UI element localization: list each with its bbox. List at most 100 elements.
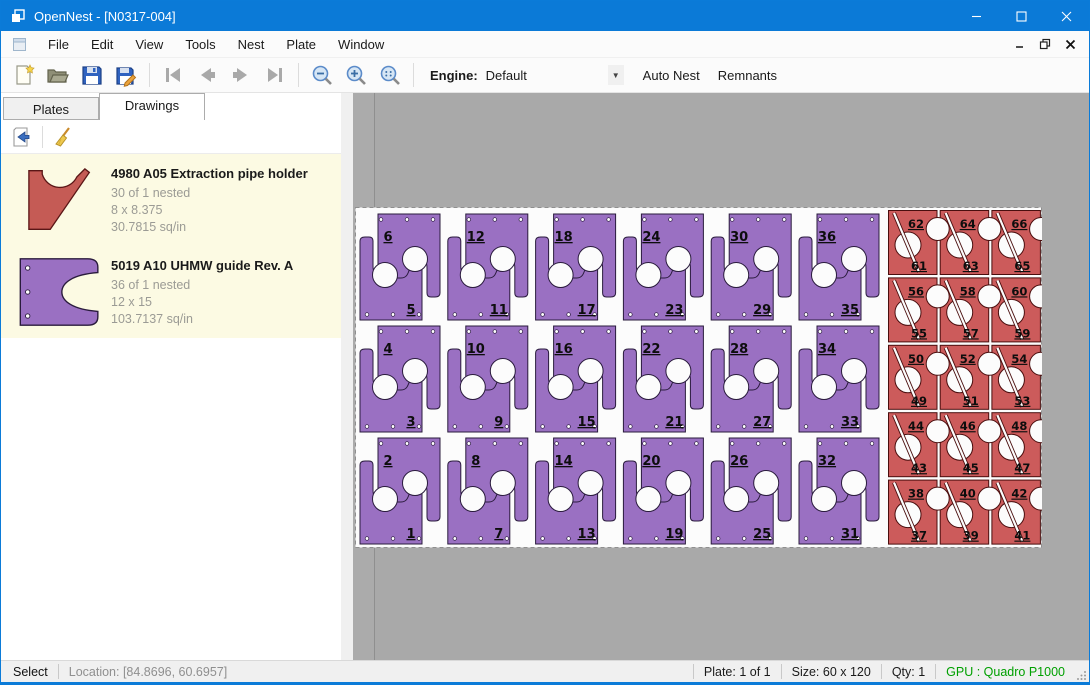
svg-text:15: 15 — [578, 415, 596, 430]
svg-text:11: 11 — [490, 303, 508, 318]
tab-plates[interactable]: Plates — [3, 97, 99, 120]
svg-text:34: 34 — [818, 342, 836, 357]
remnants-button[interactable]: Remnants — [709, 62, 786, 89]
menu-view[interactable]: View — [124, 32, 174, 57]
svg-text:55: 55 — [911, 326, 927, 340]
drawing-thumbnail-purple — [9, 256, 111, 328]
sidebar: Plates Drawings 4980 A05 Extra — [1, 93, 341, 660]
svg-text:42: 42 — [1011, 487, 1027, 501]
go-next-button[interactable] — [224, 61, 258, 90]
go-last-button[interactable] — [258, 61, 292, 90]
save-as-button[interactable] — [109, 61, 143, 90]
mdi-minimize-button[interactable] — [1009, 33, 1031, 55]
svg-text:36: 36 — [818, 230, 836, 245]
svg-text:16: 16 — [555, 342, 573, 357]
go-first-button[interactable] — [156, 61, 190, 90]
main-area: Plates Drawings 4980 A05 Extra — [1, 93, 1089, 660]
svg-text:30: 30 — [730, 230, 748, 245]
svg-text:35: 35 — [841, 303, 859, 318]
menu-file[interactable]: File — [37, 32, 80, 57]
sidebar-splitter[interactable] — [341, 93, 353, 660]
status-bar: Select Location: [84.8696, 60.6957] Plat… — [1, 660, 1089, 682]
new-file-button[interactable] — [7, 61, 41, 90]
tab-drawings[interactable]: Drawings — [99, 93, 205, 120]
main-toolbar: Engine: Default ▼ Auto Nest Remnants — [1, 58, 1089, 93]
svg-text:21: 21 — [665, 415, 683, 430]
mdi-system-icon[interactable] — [12, 37, 27, 52]
svg-text:41: 41 — [1014, 529, 1030, 543]
svg-text:52: 52 — [960, 352, 976, 366]
mdi-close-button[interactable] — [1059, 33, 1081, 55]
drawing-nested-count: 36 of 1 nested — [111, 277, 293, 294]
drawings-list: 4980 A05 Extraction pipe holder 30 of 1 … — [1, 154, 341, 660]
plate-svg[interactable]: 6512111817242330293635431091615222128273… — [355, 207, 1042, 548]
drawing-nested-count: 30 of 1 nested — [111, 185, 308, 202]
svg-text:33: 33 — [841, 415, 859, 430]
svg-text:47: 47 — [1014, 461, 1030, 475]
minimize-button[interactable] — [954, 1, 999, 31]
svg-text:29: 29 — [753, 303, 771, 318]
svg-text:28: 28 — [730, 342, 748, 357]
svg-text:6: 6 — [383, 230, 392, 245]
svg-text:44: 44 — [908, 419, 924, 433]
resize-grip[interactable] — [1075, 661, 1089, 682]
engine-select[interactable]: Default — [484, 63, 594, 87]
close-button[interactable] — [1044, 1, 1089, 31]
svg-text:9: 9 — [494, 415, 503, 430]
menu-window[interactable]: Window — [327, 32, 395, 57]
drawing-title: 5019 A10 UHMW guide Rev. A — [111, 258, 293, 273]
mdi-restore-button[interactable] — [1034, 33, 1056, 55]
menu-nest[interactable]: Nest — [227, 32, 276, 57]
svg-text:62: 62 — [908, 217, 924, 231]
return-drawing-button[interactable] — [7, 123, 37, 150]
menu-edit[interactable]: Edit — [80, 32, 124, 57]
status-mode: Select — [1, 665, 58, 679]
title-bar: OpenNest - [N0317-004] — [1, 1, 1089, 31]
menu-plate[interactable]: Plate — [275, 32, 327, 57]
open-file-button[interactable] — [41, 61, 75, 90]
engine-dropdown-arrow-icon[interactable]: ▼ — [608, 65, 624, 85]
svg-text:23: 23 — [665, 303, 683, 318]
maximize-button[interactable] — [999, 1, 1044, 31]
zoom-out-button[interactable] — [305, 61, 339, 90]
svg-text:57: 57 — [963, 326, 979, 340]
svg-text:17: 17 — [578, 303, 596, 318]
svg-text:66: 66 — [1011, 217, 1027, 231]
drawing-title: 4980 A05 Extraction pipe holder — [111, 166, 308, 181]
drawing-item-2[interactable]: 5019 A10 UHMW guide Rev. A 36 of 1 neste… — [1, 246, 341, 338]
auto-nest-button[interactable]: Auto Nest — [634, 62, 709, 89]
svg-text:14: 14 — [555, 454, 573, 469]
svg-text:22: 22 — [642, 342, 660, 357]
svg-text:58: 58 — [960, 284, 976, 298]
svg-text:4: 4 — [383, 342, 392, 357]
status-location: Location: [84.8696, 60.6957] — [59, 665, 237, 679]
drawing-area: 30.7815 sq/in — [111, 219, 308, 236]
engine-label: Engine: — [430, 68, 478, 83]
go-previous-button[interactable] — [190, 61, 224, 90]
svg-text:31: 31 — [841, 527, 859, 542]
nest-canvas[interactable]: 6512111817242330293635431091615222128273… — [353, 93, 1089, 660]
save-button[interactable] — [75, 61, 109, 90]
status-qty: Qty: 1 — [882, 665, 935, 679]
zoom-fit-button[interactable] — [373, 61, 407, 90]
svg-text:37: 37 — [911, 529, 927, 543]
svg-text:32: 32 — [818, 454, 836, 469]
menu-bar: File Edit View Tools Nest Plate Window — [1, 31, 1089, 58]
svg-text:26: 26 — [730, 454, 748, 469]
svg-text:54: 54 — [1011, 352, 1027, 366]
svg-text:2: 2 — [383, 454, 392, 469]
drawing-item-1[interactable]: 4980 A05 Extraction pipe holder 30 of 1 … — [1, 154, 341, 246]
svg-text:50: 50 — [908, 352, 924, 366]
svg-text:10: 10 — [467, 342, 485, 357]
clear-drawings-button[interactable] — [48, 123, 78, 150]
svg-text:49: 49 — [911, 394, 927, 408]
drawing-area: 103.7137 sq/in — [111, 311, 293, 328]
svg-text:19: 19 — [665, 527, 683, 542]
svg-text:56: 56 — [908, 284, 924, 298]
drawing-size: 12 x 15 — [111, 294, 293, 311]
svg-text:13: 13 — [578, 527, 596, 542]
engine-value: Default — [486, 68, 527, 83]
svg-text:3: 3 — [406, 415, 415, 430]
menu-tools[interactable]: Tools — [174, 32, 226, 57]
zoom-in-button[interactable] — [339, 61, 373, 90]
